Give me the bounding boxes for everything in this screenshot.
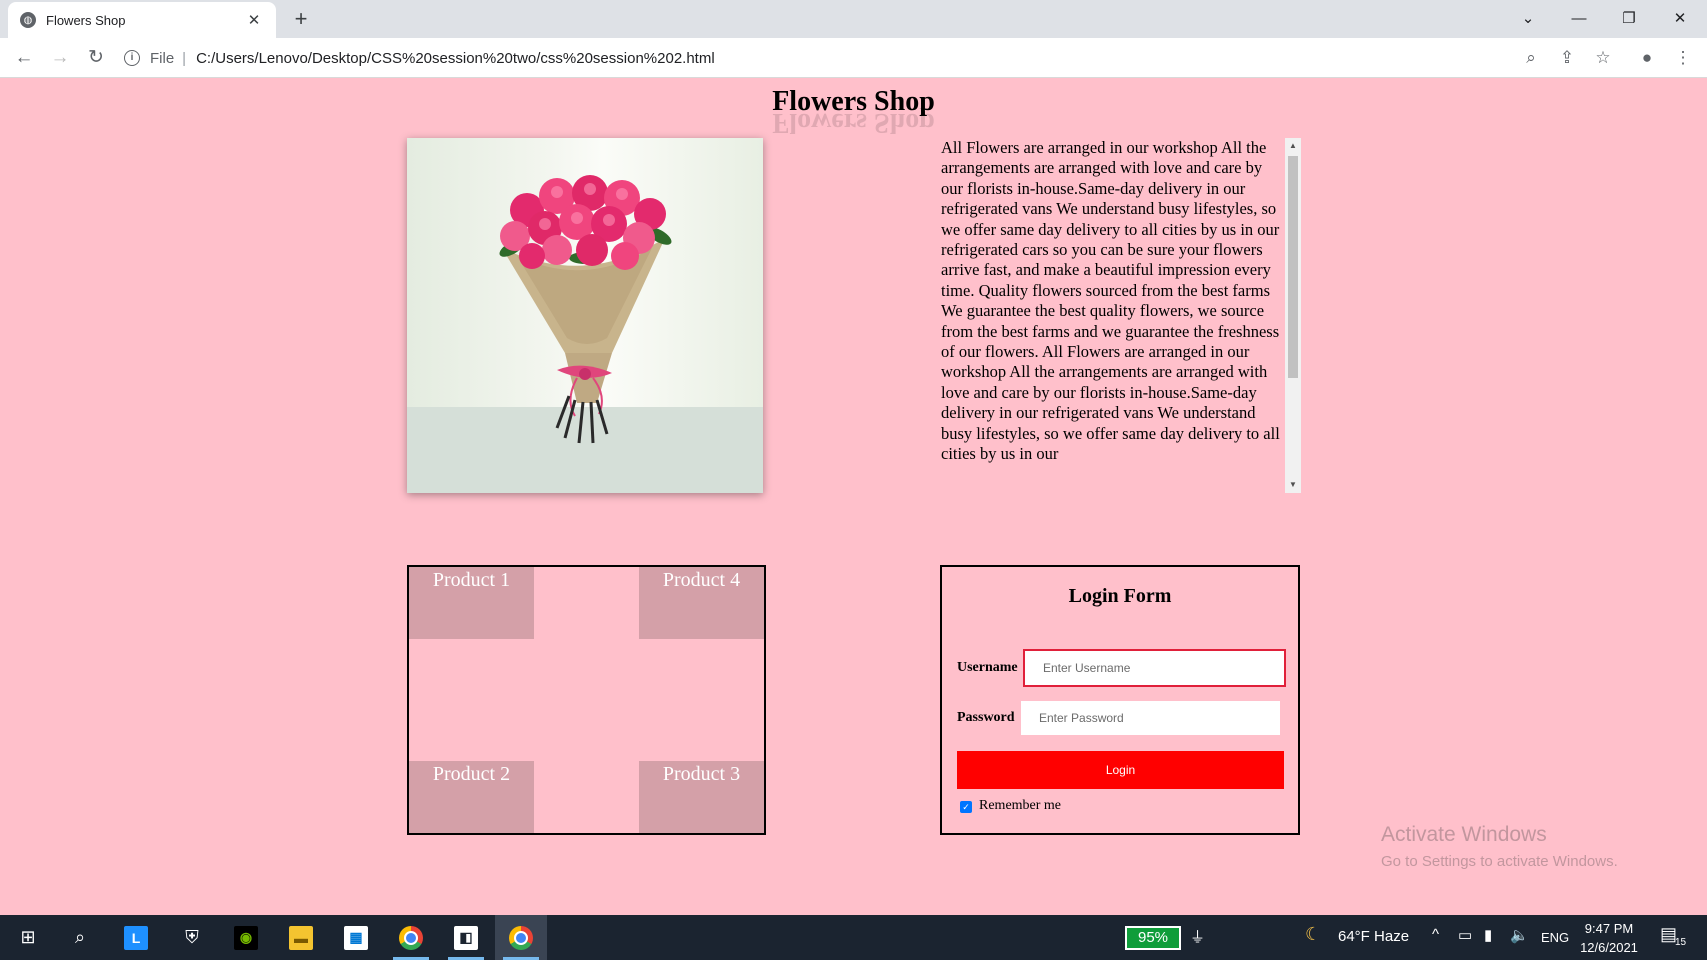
products-grid: Product 1 Product 4 Product 2 Product 3 [407, 565, 766, 835]
windows-start-icon[interactable]: ⊞ [2, 915, 54, 960]
weather-moon-icon[interactable]: ☾ [1305, 924, 1321, 945]
info-icon[interactable]: i [124, 50, 140, 66]
zoom-icon[interactable]: ⌕ [1516, 43, 1546, 73]
reload-icon[interactable]: ↻ [81, 43, 111, 73]
password-label: Password [957, 710, 1015, 725]
battery-indicator[interactable]: 95% [1125, 926, 1181, 950]
login-form-title: Login Form [1068, 585, 1172, 607]
address-bar[interactable]: i File | C:/Users/Lenovo/Desktop/CSS%20s… [124, 43, 1514, 73]
battery-tray-icon[interactable]: ▮ [1484, 926, 1492, 944]
restore-button[interactable]: ❐ [1606, 4, 1652, 34]
username-input[interactable]: Enter Username [1023, 649, 1286, 687]
windows-taskbar: ⊞ ⌕ L ⛨ ◉ ▬ ▦ ◧ 95% ⏚ ☾ 64°F Haze ^ ▭ ▮ … [0, 915, 1707, 960]
password-input[interactable]: Enter Password [1021, 701, 1280, 735]
hero-bouquet-image [407, 138, 763, 493]
activate-windows-title: Activate Windows [1381, 823, 1547, 846]
product-2[interactable]: Product 2 [409, 761, 534, 833]
url-text: C:/Users/Lenovo/Desktop/CSS%20session%20… [196, 49, 715, 67]
profile-icon[interactable]: ● [1632, 43, 1662, 73]
bouquet-illustration [499, 175, 672, 444]
browser-tab[interactable]: ◍ Flowers Shop ✕ [8, 2, 276, 38]
weather-text[interactable]: 64°F Haze [1338, 928, 1409, 945]
nvidia-icon[interactable]: ◉ [220, 915, 272, 960]
bookmark-star-icon[interactable]: ☆ [1588, 43, 1618, 73]
device-icon[interactable]: ▭ [1458, 926, 1472, 944]
login-form: Login Form Username Enter Username Passw… [940, 565, 1300, 835]
close-window-button[interactable]: ✕ [1657, 4, 1703, 34]
code-editor-taskbar-icon[interactable]: ◧ [440, 915, 492, 960]
remember-me-checkbox[interactable]: ✓ [960, 801, 972, 813]
description-text: All Flowers are arranged in our workshop… [941, 138, 1280, 464]
menu-kebab-icon[interactable]: ⋮ [1668, 43, 1698, 73]
product-4[interactable]: Product 4 [639, 567, 764, 639]
username-label: Username [957, 660, 1018, 675]
browser-tabstrip: ◍ Flowers Shop ✕ + ⌄ — ❐ ✕ [0, 0, 1707, 38]
clock-date: 12/6/2021 [1580, 940, 1638, 955]
description-scrollbar[interactable]: ▲ ▼ [1285, 138, 1301, 493]
new-tab-button[interactable]: + [288, 6, 314, 32]
remember-me-label: Remember me [979, 798, 1062, 813]
language-indicator[interactable]: ENG [1541, 930, 1569, 945]
url-scheme: File [150, 49, 175, 67]
search-icon[interactable]: ⌕ [54, 915, 106, 960]
share-icon[interactable]: ⇪ [1552, 43, 1582, 73]
page-title-reflection: Flowers Shop [772, 108, 935, 138]
product-1[interactable]: Product 1 [409, 567, 534, 639]
scroll-up-arrow-icon[interactable]: ▲ [1285, 138, 1301, 154]
volume-icon[interactable]: 🔈 [1510, 926, 1529, 944]
chrome-active-taskbar-icon[interactable] [495, 915, 547, 960]
description-scroll-box[interactable]: All Flowers are arranged in our workshop… [941, 138, 1301, 493]
clock[interactable]: 9:47 PM 12/6/2021 [1574, 919, 1644, 957]
microsoft-store-icon[interactable]: ▦ [330, 915, 382, 960]
tab-close-icon[interactable]: ✕ [244, 11, 264, 29]
file-explorer-icon[interactable]: ▬ [275, 915, 327, 960]
clock-time: 9:47 PM [1584, 921, 1634, 936]
globe-icon: ◍ [20, 12, 36, 28]
browser-toolbar: ← → ↻ i File | C:/Users/Lenovo/Desktop/C… [0, 38, 1707, 78]
login-button[interactable]: Login [957, 751, 1284, 789]
tab-title: Flowers Shop [46, 12, 126, 28]
plug-icon: ⏚ [1190, 929, 1206, 946]
product-3[interactable]: Product 3 [639, 761, 764, 833]
back-arrow-icon[interactable]: ← [9, 43, 39, 73]
chrome-taskbar-icon[interactable] [385, 915, 437, 960]
lenovo-app-icon[interactable]: L [110, 915, 162, 960]
show-hidden-icons-chevron[interactable]: ^ [1432, 926, 1439, 943]
scrollbar-thumb[interactable] [1288, 156, 1298, 378]
tab-search-icon[interactable]: ⌄ [1505, 4, 1551, 34]
url-separator: | [182, 49, 187, 67]
minimize-button[interactable]: — [1556, 4, 1602, 34]
activate-windows-subtitle: Go to Settings to activate Windows. [1381, 853, 1618, 870]
security-shield-icon[interactable]: ⛨ [166, 915, 218, 960]
notification-count: 15 [1675, 937, 1687, 948]
scroll-down-arrow-icon[interactable]: ▼ [1285, 477, 1301, 493]
forward-arrow-icon[interactable]: → [45, 43, 75, 73]
